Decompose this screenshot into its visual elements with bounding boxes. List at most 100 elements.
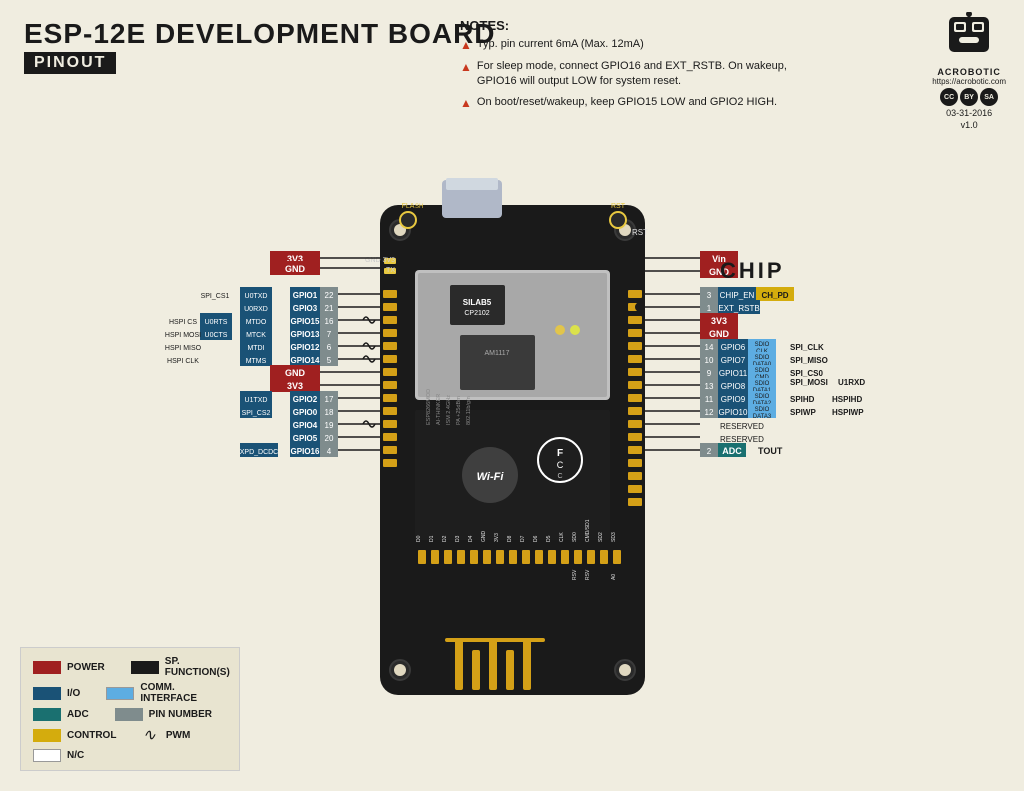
- notes-title: NOTES:: [460, 18, 800, 33]
- note-text-1: Typ. pin current 6mA (Max. 12mA): [477, 37, 644, 52]
- legend-pwm-label: PWM: [166, 730, 190, 741]
- legend-nc-label: N/C: [67, 750, 84, 761]
- svg-text:17: 17: [325, 395, 334, 404]
- svg-text:RST: RST: [632, 228, 648, 237]
- legend-control: CONTROL ∿ PWM: [33, 725, 227, 745]
- note-item-3: ▲ On boot/reset/wakeup, keep GPIO15 LOW …: [460, 95, 800, 112]
- note-text-2: For sleep mode, connect GPIO16 and EXT_R…: [477, 59, 800, 90]
- svg-text:11: 11: [705, 395, 714, 404]
- svg-text:D7: D7: [520, 535, 526, 542]
- sa-icon: SA: [980, 88, 998, 106]
- svg-text:ISM 2.4GHz: ISM 2.4GHz: [446, 395, 452, 425]
- svg-text:3V3: 3V3: [711, 316, 727, 326]
- logo-area: ACROBOTIC https://acrobotic.com CC BY SA…: [932, 12, 1006, 130]
- svg-text:CP2102: CP2102: [464, 310, 489, 317]
- legend-io-box: [33, 687, 61, 700]
- svg-text:GND: GND: [285, 264, 306, 274]
- legend-adc-box: [33, 708, 61, 721]
- svg-text:6: 6: [327, 343, 332, 352]
- svg-text:C: C: [557, 473, 562, 480]
- svg-text:D5: D5: [546, 535, 552, 542]
- svg-text:GPIO16: GPIO16: [291, 447, 320, 456]
- svg-text:U0RXD: U0RXD: [244, 306, 268, 313]
- legend-power-label: POWER: [67, 662, 105, 673]
- svg-text:MTMS: MTMS: [246, 358, 267, 365]
- svg-text:GPIO4: GPIO4: [293, 421, 318, 430]
- svg-text:MTDO: MTDO: [246, 319, 267, 326]
- svg-text:U1TXD: U1TXD: [245, 397, 268, 404]
- svg-text:3: 3: [707, 291, 712, 300]
- svg-text:RSV: RSV: [585, 569, 591, 580]
- legend: POWER SP. FUNCTION(S) I/O COMM. INTERFAC…: [20, 647, 240, 771]
- svg-text:HSPI CLK: HSPI CLK: [167, 358, 199, 365]
- svg-text:RSV: RSV: [572, 569, 578, 580]
- svg-text:MTDI: MTDI: [247, 345, 264, 352]
- svg-text:GPIO8: GPIO8: [721, 382, 746, 391]
- svg-text:SD2: SD2: [598, 532, 604, 542]
- svg-text:SPIWP: SPIWP: [790, 408, 816, 417]
- acrobotic-logo: [939, 12, 999, 62]
- svg-text:D3: D3: [455, 535, 461, 542]
- svg-text:9: 9: [707, 369, 712, 378]
- legend-nc: N/C: [33, 749, 227, 762]
- svg-text:GPIO11: GPIO11: [719, 369, 748, 378]
- svg-text:CHIP: CHIP: [720, 258, 785, 283]
- logo-url: https://acrobotic.com: [932, 77, 1006, 86]
- legend-spfunc-box: [131, 661, 159, 674]
- svg-text:SPI_MISO: SPI_MISO: [790, 356, 828, 365]
- svg-text:SD0: SD0: [572, 532, 578, 542]
- svg-text:CLK: CLK: [559, 532, 565, 542]
- legend-adc-label: ADC: [67, 709, 89, 720]
- license-area: CC BY SA: [932, 88, 1006, 106]
- svg-text:16: 16: [325, 317, 334, 326]
- svg-text:12: 12: [705, 408, 714, 417]
- svg-text:MTCK: MTCK: [246, 332, 266, 339]
- svg-text:GPIO5: GPIO5: [293, 434, 318, 443]
- legend-pinnum-box: [115, 708, 143, 721]
- svg-text:GND: GND: [285, 368, 306, 378]
- svg-text:U0TXD: U0TXD: [245, 293, 268, 300]
- logo-name: ACROBOTIC: [932, 67, 1006, 77]
- svg-text:F: F: [557, 448, 563, 459]
- svg-text:GPIO3: GPIO3: [293, 304, 318, 313]
- svg-text:GPIO0: GPIO0: [293, 408, 318, 417]
- svg-text:GPIO9: GPIO9: [721, 395, 746, 404]
- svg-text:D0: D0: [416, 535, 422, 542]
- warning-icon-1: ▲: [460, 37, 472, 54]
- svg-text:SPI_CS2: SPI_CS2: [242, 410, 271, 417]
- svg-text:SH: SH: [415, 204, 423, 210]
- svg-text:10: 10: [705, 356, 714, 365]
- legend-io-label: I/O: [67, 688, 80, 699]
- legend-pinnum-label: PIN NUMBER: [149, 709, 212, 720]
- svg-text:14: 14: [705, 343, 714, 352]
- svg-text:RESERVED: RESERVED: [720, 435, 764, 444]
- svg-text:802.11b/g/n: 802.11b/g/n: [466, 396, 472, 425]
- svg-text:HSPI CS: HSPI CS: [169, 319, 197, 326]
- svg-text:CH_PD: CH_PD: [761, 291, 788, 300]
- svg-text:SPIHD: SPIHD: [790, 395, 815, 404]
- svg-text:4: 4: [327, 447, 332, 456]
- legend-control-label: CONTROL: [67, 730, 116, 741]
- svg-text:GPIO14: GPIO14: [291, 356, 320, 365]
- svg-text:18: 18: [325, 408, 334, 417]
- svg-text:2: 2: [707, 447, 712, 456]
- svg-text:SD3: SD3: [611, 532, 617, 542]
- svg-text:DATA3: DATA3: [753, 414, 772, 420]
- svg-text:U0CTS: U0CTS: [205, 332, 228, 339]
- svg-text:GND: GND: [709, 329, 730, 339]
- main-title: ESP-12E DEVELOPMENT BOARD: [24, 18, 496, 50]
- svg-text:SPI_CS0: SPI_CS0: [790, 369, 823, 378]
- svg-text:SPI_CLK: SPI_CLK: [790, 343, 824, 352]
- legend-spfunc-label: SP. FUNCTION(S): [165, 656, 230, 678]
- svg-text:RESERVED: RESERVED: [720, 422, 764, 431]
- svg-text:19: 19: [325, 421, 334, 430]
- svg-text:D6: D6: [533, 535, 539, 542]
- legend-io: I/O COMM. INTERFACE: [33, 682, 227, 704]
- svg-text:GPIO1: GPIO1: [293, 291, 318, 300]
- svg-text:SPI_MOSI: SPI_MOSI: [790, 378, 828, 387]
- svg-text:SPI_CS1: SPI_CS1: [201, 293, 230, 300]
- legend-adc: ADC PIN NUMBER: [33, 708, 227, 721]
- svg-text:3V3: 3V3: [494, 533, 500, 542]
- svg-text:ADC: ADC: [722, 446, 742, 456]
- svg-text:RST: RST: [611, 203, 626, 210]
